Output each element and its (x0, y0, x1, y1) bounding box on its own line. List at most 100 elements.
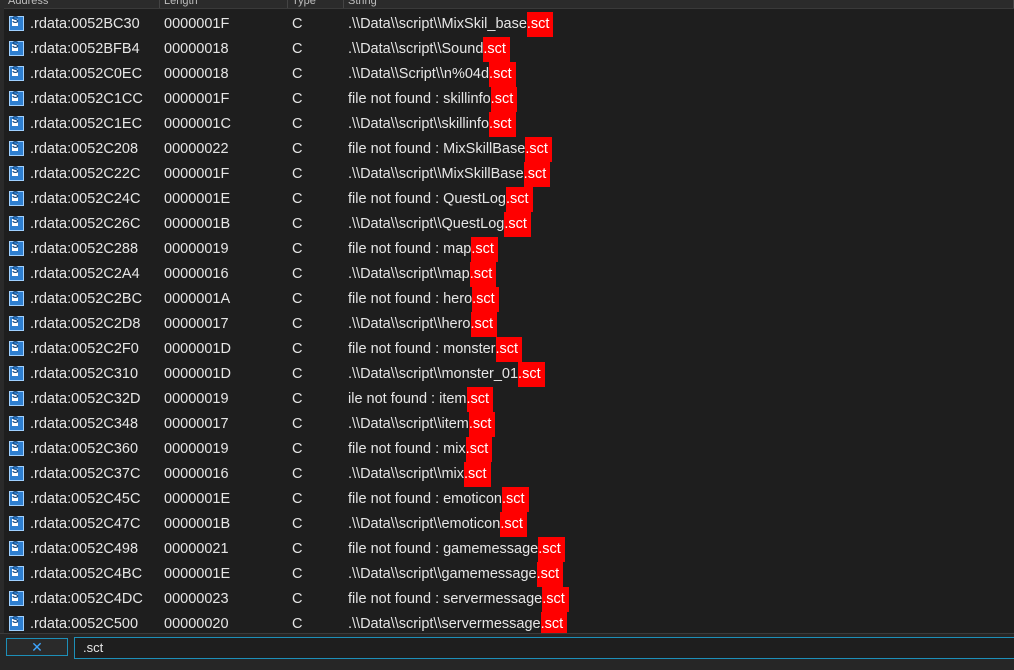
table-row[interactable]: .rdata:0052BFB4 00000018 C .\\Data\\script\… (0, 37, 1014, 62)
string-text: file not found : monster (348, 341, 496, 357)
string-s-icon (9, 113, 24, 131)
cell-address: .rdata:0052C4BC (30, 566, 143, 582)
cell-string: file not found : skillinfo.sct (348, 87, 518, 112)
string-s-icon (9, 213, 24, 231)
string-text: file not found : mix (348, 441, 466, 457)
strings-window: Address Length Type String .rdata:0052BC… (0, 0, 1014, 670)
table-row[interactable]: .rdata:0052C360 00000019 Cfile not found :… (0, 437, 1014, 462)
cell-address: .rdata:0052C2F0 (30, 341, 139, 357)
table-row[interactable]: .rdata:0052C1CC 0000001F Cfile not found :… (0, 87, 1014, 112)
table-row[interactable]: .rdata:0052C24C 0000001E Cfile not found :… (0, 187, 1014, 212)
cell-string: .\\Data\\script\\QuestLog.sct (348, 212, 531, 237)
search-match-highlight: .sct (500, 512, 527, 537)
clear-filter-button[interactable]: ✕ (6, 638, 68, 656)
cell-string: .\\Data\\script\\monster_01.sct (348, 362, 545, 387)
cell-type: C (292, 91, 303, 107)
cell-address: .rdata:0052C45C (30, 491, 141, 507)
string-text: .\\Data\\script\\monster_01 (348, 366, 519, 382)
cell-address: .rdata:0052C32D (30, 391, 141, 407)
cell-length: 00000016 (164, 266, 229, 282)
table-row[interactable]: .rdata:0052C26C 0000001B C .\\Data\\script\… (0, 212, 1014, 237)
cell-length: 00000018 (164, 41, 229, 57)
cell-type: C (292, 16, 303, 32)
table-row[interactable]: .rdata:0052C1EC 0000001C C .\\Data\\script\… (0, 112, 1014, 137)
column-header-length[interactable]: Length (160, 0, 288, 8)
table-row[interactable]: .rdata:0052C2F0 0000001D Cfile not found :… (0, 337, 1014, 362)
cell-address: .rdata:0052C348 (30, 416, 139, 432)
table-row[interactable]: .rdata:0052C45C 0000001E Cfile not found :… (0, 487, 1014, 512)
cell-length: 0000001D (164, 341, 231, 357)
cell-type: C (292, 266, 303, 282)
column-header-type[interactable]: Type (288, 0, 344, 8)
search-match-highlight: .sct (525, 137, 552, 162)
cell-string: file not found : servermessage.sct (348, 587, 569, 612)
cell-type: C (292, 416, 303, 432)
table-row[interactable]: .rdata:0052C37C 00000016 C .\\Data\\script\… (0, 462, 1014, 487)
string-text: .\\Data\\script\\MixSkil_base (348, 16, 527, 32)
cell-type: C (292, 41, 303, 57)
cell-address: .rdata:0052C310 (30, 366, 139, 382)
string-text: .\\Data\\script\\mix (348, 466, 465, 482)
table-row[interactable]: .rdata:0052C47C 0000001B C .\\Data\\script\… (0, 512, 1014, 537)
string-text: .\\Data\\script\\hero (348, 316, 471, 332)
cell-type: C (292, 366, 303, 382)
cell-string: .\\Data\\script\\MixSkil_base.sct (348, 12, 554, 37)
string-text: file not found : map (348, 241, 472, 257)
cell-type: C (292, 241, 303, 257)
string-text: .\\Data\\script\\Sound (348, 41, 484, 57)
table-row[interactable]: .rdata:0052C310 0000001D C .\\Data\\script\… (0, 362, 1014, 387)
search-match-highlight: .sct (542, 587, 569, 612)
cell-address: .rdata:0052BFB4 (30, 41, 140, 57)
string-s-icon (9, 613, 24, 631)
cell-type: C (292, 216, 303, 232)
column-header-address[interactable]: Address (4, 0, 160, 8)
table-row[interactable]: .rdata:0052C288 00000019 Cfile not found :… (0, 237, 1014, 262)
table-row[interactable]: .rdata:0052BC30 0000001F C .\\Data\\script\… (0, 12, 1014, 37)
cell-address: .rdata:0052C47C (30, 516, 141, 532)
table-row[interactable]: .rdata:0052C0EC 00000018 C .\\Data\\Script\… (0, 62, 1014, 87)
cell-length: 00000017 (164, 316, 229, 332)
cell-length: 0000001F (164, 166, 230, 182)
cell-type: C (292, 491, 303, 507)
string-s-icon (9, 463, 24, 481)
cell-string: file not found : emoticon.sct (348, 487, 529, 512)
string-s-icon (9, 513, 24, 531)
string-text: .\\Data\\script\\MixSkillBase (348, 166, 524, 182)
string-text: .\\Data\\Script\\n%04d (348, 66, 490, 82)
cell-address: .rdata:0052C37C (30, 466, 141, 482)
cell-length: 00000019 (164, 391, 229, 407)
string-s-icon (9, 88, 24, 106)
string-s-icon (9, 238, 24, 256)
table-row[interactable]: .rdata:0052C498 00000021 Cfile not found :… (0, 537, 1014, 562)
string-s-icon (9, 63, 24, 81)
column-header-string[interactable]: String (344, 0, 1014, 8)
table-row[interactable]: .rdata:0052C4DC 00000023 Cfile not found :… (0, 587, 1014, 612)
cell-string: ile not found : item.sct (348, 387, 494, 412)
table-row[interactable]: .rdata:0052C208 00000022 Cfile not found :… (0, 137, 1014, 162)
string-s-icon (9, 438, 24, 456)
cell-length: 00000019 (164, 241, 229, 257)
string-s-icon (9, 188, 24, 206)
table-row[interactable]: .rdata:0052C2D8 00000017 C .\\Data\\script\… (0, 312, 1014, 337)
cell-length: 0000001B (164, 516, 231, 532)
filter-input[interactable]: .sct (74, 637, 1014, 659)
search-match-highlight: .sct (464, 462, 491, 487)
search-match-highlight: .sct (506, 187, 533, 212)
table-row[interactable]: .rdata:0052C4BC 0000001E C .\\Data\\script\… (0, 562, 1014, 587)
search-match-highlight: .sct (483, 37, 510, 62)
cell-type: C (292, 591, 303, 607)
table-row[interactable]: .rdata:0052C32D 00000019 Cile not found : … (0, 387, 1014, 412)
cell-address: .rdata:0052C208 (30, 141, 139, 157)
table-row[interactable]: .rdata:0052C348 00000017 C .\\Data\\script\… (0, 412, 1014, 437)
column-header: Address Length Type String (0, 0, 1014, 9)
search-match-highlight: .sct (495, 337, 523, 362)
string-s-icon (9, 563, 24, 581)
search-match-highlight: .sct (489, 112, 516, 137)
table-row[interactable]: .rdata:0052C22C 0000001F C .\\Data\\script\… (0, 162, 1014, 187)
table-row[interactable]: .rdata:0052C2A4 00000016 C .\\Data\\script\… (0, 262, 1014, 287)
table-row[interactable]: .rdata:0052C2BC 0000001A Cfile not found :… (0, 287, 1014, 312)
string-text: .\\Data\\script\\QuestLog (348, 216, 505, 232)
cell-string: .\\Data\\Script\\n%04d.sct (348, 62, 516, 87)
search-match-highlight: .sct (472, 287, 499, 312)
string-text: .\\Data\\script\\map (348, 266, 470, 282)
